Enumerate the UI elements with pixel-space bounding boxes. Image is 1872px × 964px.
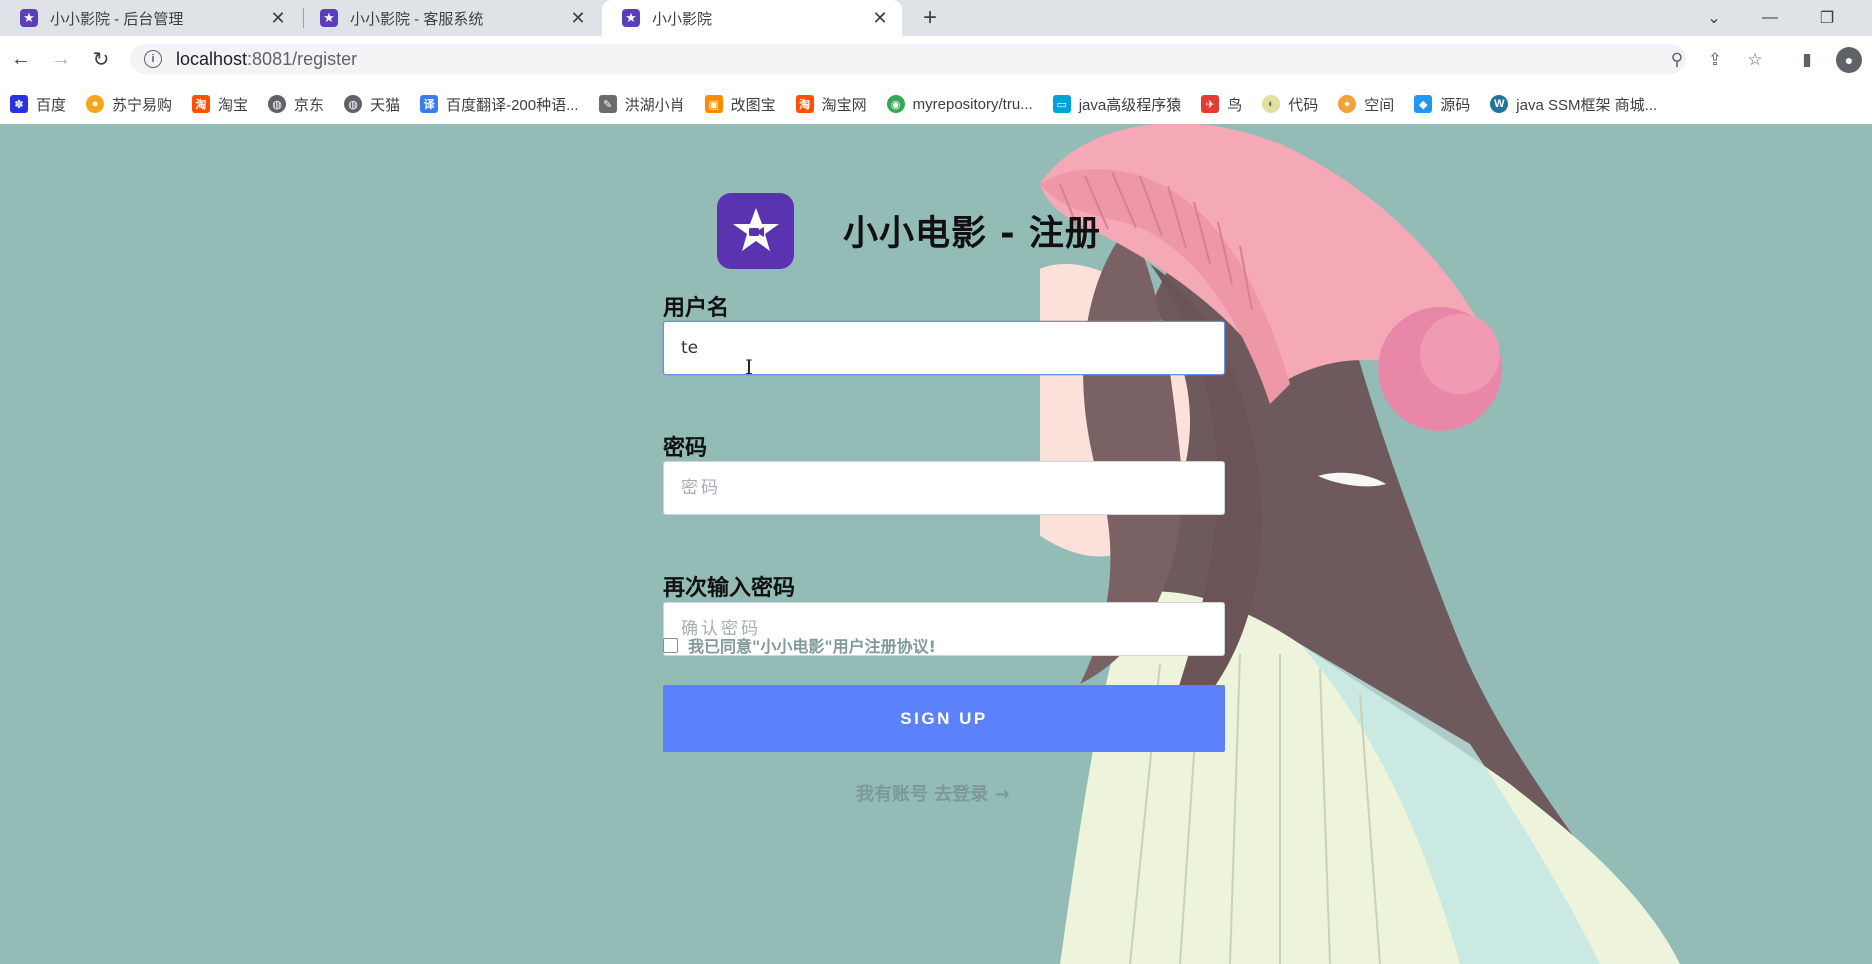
browser-toolbar: ← → ↻ i localhost:8081/register ⚲ ⇪ ☆ ▮ … (0, 36, 1872, 124)
signup-button[interactable]: SIGN UP (663, 685, 1225, 752)
login-link[interactable]: 我有账号 去登录 → (856, 780, 1010, 806)
share-icon[interactable]: ⇪ (1704, 49, 1726, 71)
qzone-icon: ✦ (1338, 95, 1357, 113)
bookmark-item[interactable]: 淘淘宝 (192, 94, 248, 115)
back-icon[interactable]: ← (6, 44, 36, 74)
url-path: :8081/register (247, 48, 358, 69)
gaitubao-icon: ▣ (704, 95, 723, 113)
star-icon: ★ (320, 9, 338, 27)
bookmark-label: 代码 (1288, 96, 1319, 114)
star-camera-icon (732, 208, 779, 251)
bookmark-item[interactable]: ✎ 洪湖小肖 (598, 94, 685, 115)
bookmark-label: 淘宝 (218, 96, 249, 114)
bookmarks-bar: ✽ 百度 ● 苏宁易购 淘淘宝 ◍ 京东 ◍ 天猫 译百度翻译-200种语... ✎ 洪湖… (0, 84, 1872, 124)
bird-icon: ✈ (1201, 95, 1220, 113)
new-tab-icon[interactable]: + (918, 4, 942, 31)
bookmark-item[interactable]: 译百度翻译-200种语... (420, 94, 579, 115)
bulb-icon: ◐ (1262, 95, 1281, 113)
agreement-text: 我已同意"小小电影"用户注册协议! (688, 637, 936, 656)
globe-icon: ◍ (268, 95, 287, 113)
password-input[interactable] (663, 461, 1225, 515)
star-icon: ★ (20, 9, 38, 27)
girl-illustration-image (1040, 124, 1680, 964)
bookmark-item[interactable]: ▣ 改图宝 (704, 94, 776, 115)
tab-title: 小小影院 - 后台管理 (50, 10, 184, 28)
side-panel-icon[interactable]: ▮ (1796, 49, 1818, 71)
bookmark-label: 源码 (1440, 96, 1471, 114)
bookmark-item[interactable]: ✦ 空间 (1338, 94, 1394, 115)
tab-register[interactable]: ★ 小小影院 ✕ (602, 0, 902, 36)
tab-search-chevron-icon[interactable]: ⌄ (1700, 4, 1728, 32)
bookmark-item[interactable]: ● 苏宁易购 (86, 94, 172, 115)
username-label: 用户名 (663, 296, 730, 321)
taobao-icon: 淘 (192, 95, 211, 113)
bookmark-star-icon[interactable]: ☆ (1744, 49, 1766, 71)
bookmark-label: 鸟 (1227, 96, 1243, 114)
agreement-row: 我已同意"小小电影"用户注册协议! (663, 633, 936, 657)
chrome-icon: ◉ (886, 95, 905, 113)
bookmark-label: 百度 (36, 96, 67, 114)
taobao-icon: 淘 (795, 95, 814, 113)
bookmark-label: 苏宁易购 (112, 96, 173, 114)
password-label: 密码 (663, 436, 708, 461)
bookmark-label: 淘宝网 (821, 96, 867, 114)
suning-lion-icon: ● (86, 95, 105, 113)
bookmark-label: 空间 (1364, 96, 1395, 114)
site-info-icon[interactable]: i (144, 50, 162, 68)
close-icon[interactable]: ✕ (268, 8, 288, 28)
bookmark-item[interactable]: ▭ java高级程序猿 (1052, 94, 1182, 115)
bookmark-label: 洪湖小肖 (624, 96, 685, 114)
zoom-icon[interactable]: ⚲ (1666, 49, 1688, 71)
bookmark-label: 改图宝 (730, 96, 776, 114)
tab-service[interactable]: ★ 小小影院 - 客服系统 ✕ (300, 0, 600, 36)
quill-icon: ✎ (598, 95, 617, 113)
confirm-password-label: 再次输入密码 (663, 576, 796, 601)
url-host: localhost (176, 48, 248, 69)
bookmark-item[interactable]: 淘淘宝网 (795, 94, 867, 115)
bookmark-item[interactable]: ✽ 百度 (10, 94, 66, 115)
page-title: 小小电影 - 注册 (843, 214, 1101, 254)
bookmark-item[interactable]: Wjava SSM框架 商城... (1490, 94, 1657, 115)
docker-icon: ◆ (1414, 95, 1433, 113)
bookmark-label: myrepository/tru... (912, 95, 1033, 113)
forward-icon[interactable]: → (46, 44, 76, 74)
bookmark-item[interactable]: ◉ myrepository/tru... (886, 95, 1033, 113)
close-icon[interactable]: ✕ (870, 8, 890, 28)
bookmark-label: 京东 (294, 96, 325, 114)
tab-title: 小小影院 - 客服系统 (350, 10, 484, 28)
wordpress-icon: W (1490, 95, 1509, 113)
tab-admin[interactable]: ★ 小小影院 - 后台管理 ✕ (0, 0, 300, 36)
bilibili-icon: ▭ (1052, 95, 1071, 113)
bookmark-label: 百度翻译-200种语... (446, 96, 579, 114)
address-bar[interactable]: i localhost:8081/register ⚲ (130, 44, 1686, 74)
tab-title: 小小影院 (652, 10, 713, 28)
restore-icon[interactable]: ❐ (1813, 4, 1841, 32)
bookmark-item[interactable]: ◆ 源码 (1414, 94, 1470, 115)
translate-icon: 译 (420, 95, 439, 113)
bookmark-item[interactable]: ◐ 代码 (1262, 94, 1318, 115)
bookmark-item[interactable]: ◍ 天猫 (344, 94, 400, 115)
globe-icon: ◍ (344, 95, 363, 113)
minimize-icon[interactable]: — (1756, 4, 1784, 32)
profile-avatar-icon[interactable]: ● (1836, 47, 1862, 73)
reload-icon[interactable]: ↻ (86, 44, 116, 74)
bookmark-item[interactable]: ◍ 京东 (268, 94, 324, 115)
app-logo (717, 193, 794, 269)
close-icon[interactable]: ✕ (568, 8, 588, 28)
baidu-paw-icon: ✽ (10, 95, 28, 113)
bookmark-label: java高级程序猿 (1078, 96, 1182, 114)
agree-checkbox[interactable] (663, 637, 678, 653)
url-text: localhost:8081/register (176, 49, 357, 70)
tab-strip: ★ 小小影院 - 后台管理 ✕ ★ 小小影院 - 客服系统 ✕ ★ 小小影院 ✕… (0, 0, 1872, 36)
bookmark-item[interactable]: ✈ 鸟 (1201, 94, 1242, 115)
bookmark-label: java SSM框架 商城... (1516, 96, 1658, 114)
star-icon: ★ (622, 9, 640, 27)
text-cursor-icon: I (745, 355, 753, 379)
register-page: 小小电影 - 注册 用户名 I 密码 再次输入密码 我已同意"小小电影"用户注册… (0, 124, 1872, 964)
bookmark-label: 天猫 (370, 96, 401, 114)
